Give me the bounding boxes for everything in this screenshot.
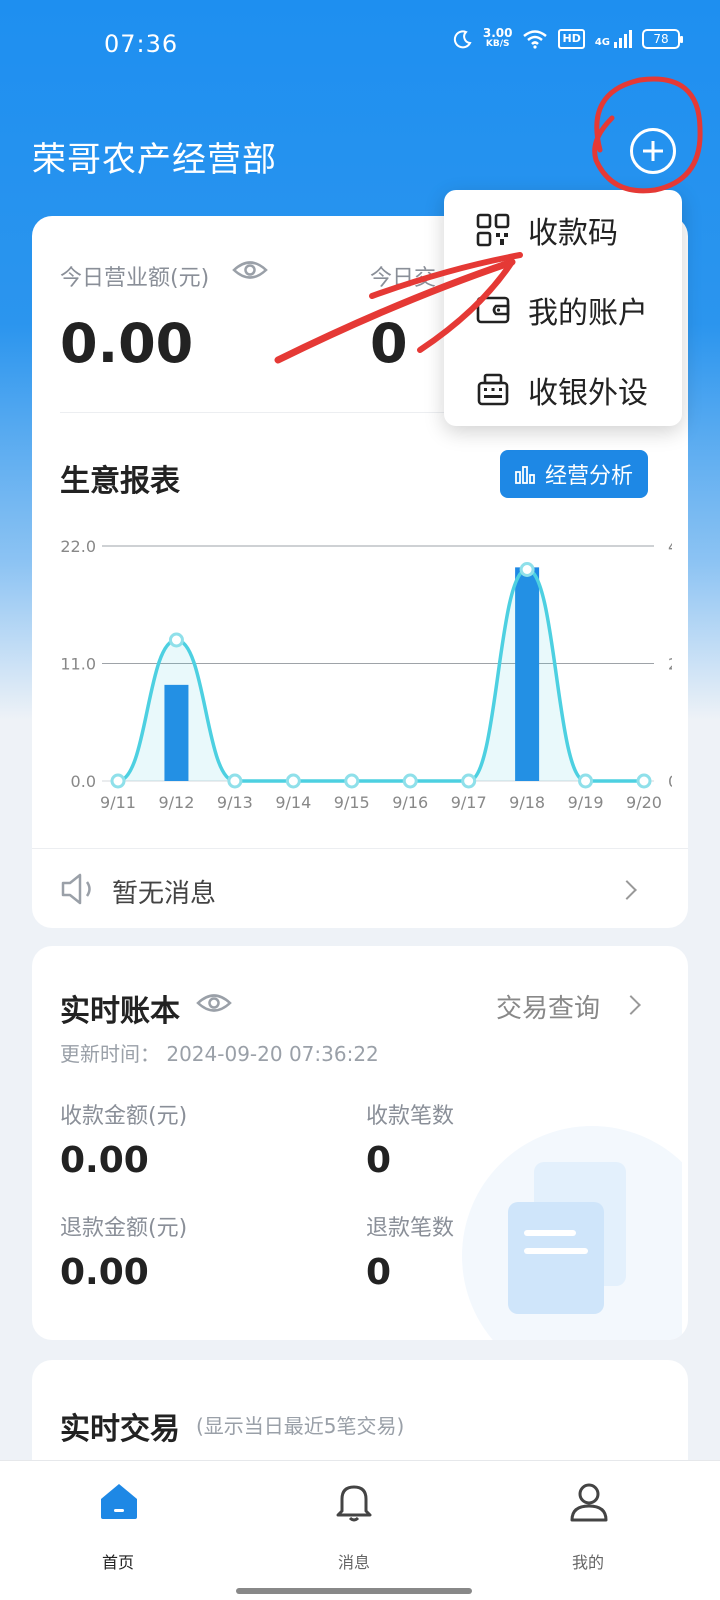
x-tick-label: 9/12 xyxy=(158,793,194,812)
update-time: 更新时间： 2024-09-20 07:36:22 xyxy=(60,1042,379,1066)
line-point xyxy=(110,773,126,789)
notice-row[interactable]: 暂无消息 xyxy=(32,848,688,928)
status-time: 07:36 xyxy=(104,30,179,58)
line-point xyxy=(227,773,243,789)
qr-code-icon xyxy=(476,213,510,247)
cash-register-icon xyxy=(477,373,509,406)
battery-icon: 78 xyxy=(642,29,683,49)
ledger-card: 实时账本 交易查询 更新时间： 2024-09-20 07:36:22 收款金额… xyxy=(32,946,688,1340)
x-tick-label: 9/18 xyxy=(509,793,545,812)
menu-item-label: 收款码 xyxy=(528,216,618,251)
collect-count-label: 收款笔数 xyxy=(366,1104,455,1129)
net-speed-unit: KB/S xyxy=(485,39,510,49)
ledger-title: 实时账本 xyxy=(60,994,180,1029)
y2-tick-label: 2 xyxy=(668,655,672,674)
revenue-value: 0.00 xyxy=(60,312,194,375)
eye-icon[interactable] xyxy=(232,259,268,281)
line-point xyxy=(578,773,594,789)
refund-count-label: 退款笔数 xyxy=(366,1216,455,1241)
x-tick-label: 9/15 xyxy=(334,793,370,812)
nav-item-home[interactable]: 首页 xyxy=(58,1475,178,1585)
status-bar: 07:36 3.00 KB/S HD 4G 78 xyxy=(0,0,720,90)
nav-label: 消息 xyxy=(337,1553,370,1572)
net-speed: 3.00 KB/S xyxy=(482,26,513,50)
nav-label: 我的 xyxy=(571,1553,604,1572)
x-tick-label: 9/16 xyxy=(392,793,428,812)
x-tick-label: 9/19 xyxy=(568,793,604,812)
y-tick-label: 0.0 xyxy=(71,772,96,791)
net-speed-value: 3.00 xyxy=(482,26,513,40)
line-point xyxy=(285,773,301,789)
wallet-icon xyxy=(476,296,510,324)
refund-amount: 0.00 xyxy=(60,1252,149,1293)
business-report-chart: 22.0 4 11.0 2 0.0 0 9/11 9/12 9/13 9/14 9/15 9/16 9/… xyxy=(60,537,672,812)
transactions-title: 实时交易 xyxy=(60,1412,180,1447)
line-point xyxy=(519,562,535,577)
y2-tick-label: 0 xyxy=(668,772,672,791)
x-tick-label: 9/17 xyxy=(451,793,487,812)
bell-icon xyxy=(336,1485,372,1522)
refund-amount-label: 退款金额(元) xyxy=(60,1216,188,1241)
wifi-icon xyxy=(523,30,548,49)
count-label: 今日交 xyxy=(370,266,437,291)
analysis-button[interactable]: 经营分析 xyxy=(500,450,648,498)
x-tick-label: 9/14 xyxy=(275,793,311,812)
chevron-right-icon[interactable] xyxy=(621,995,641,1015)
eye-icon[interactable] xyxy=(196,992,232,1014)
home-indicator xyxy=(236,1588,472,1594)
chevron-right-icon xyxy=(617,880,637,900)
transaction-query-link[interactable]: 交易查询 xyxy=(496,988,600,1025)
nav-item-messages[interactable]: 消息 xyxy=(294,1475,414,1585)
nav-label: 首页 xyxy=(101,1553,134,1572)
report-title: 生意报表 xyxy=(60,464,180,499)
collect-amount: 0.00 xyxy=(60,1140,149,1181)
y-tick-label: 11.0 xyxy=(60,655,96,674)
transactions-subtitle: (显示当日最近5笔交易) xyxy=(196,1414,405,1438)
add-dropdown-menu: 收款码 我的账户 收银外设 xyxy=(444,190,682,426)
status-icons: 3.00 KB/S HD 4G 78 xyxy=(453,26,683,50)
moon-icon xyxy=(453,30,472,49)
user-icon xyxy=(570,1483,608,1522)
hd-badge: HD xyxy=(558,29,585,49)
y2-tick-label: 4 xyxy=(668,537,672,556)
collect-amount-label: 收款金额(元) xyxy=(60,1104,188,1129)
speaker-icon xyxy=(61,873,91,905)
line-point xyxy=(402,773,418,789)
revenue-label: 今日营业额(元) xyxy=(60,266,210,291)
network-type: 4G xyxy=(594,37,610,48)
count-value: 0 xyxy=(370,312,408,375)
x-tick-label: 9/13 xyxy=(217,793,253,812)
line-point xyxy=(636,773,652,789)
menu-item-cashier-devices[interactable]: 收银外设 xyxy=(444,350,682,430)
menu-item-payment-code[interactable]: 收款码 xyxy=(444,190,682,270)
store-title: 荣哥农产经营部 xyxy=(32,140,277,180)
add-button[interactable] xyxy=(630,128,676,174)
bottom-nav: 首页 消息 我的 xyxy=(0,1460,720,1600)
signal-icon: 4G xyxy=(595,30,632,48)
refund-count: 0 xyxy=(366,1252,392,1293)
analysis-button-label: 经营分析 xyxy=(544,464,633,489)
home-icon xyxy=(101,1484,137,1519)
nav-item-profile[interactable]: 我的 xyxy=(528,1475,648,1585)
menu-item-label: 收银外设 xyxy=(528,376,648,411)
notice-text: 暂无消息 xyxy=(112,879,217,909)
menu-item-label: 我的账户 xyxy=(528,296,648,331)
receipt-illustration xyxy=(462,1126,682,1340)
menu-item-my-account[interactable]: 我的账户 xyxy=(444,270,682,350)
x-tick-label: 9/11 xyxy=(100,793,136,812)
line-point xyxy=(344,773,360,789)
collect-count: 0 xyxy=(366,1140,392,1181)
y-tick-label: 22.0 xyxy=(60,537,96,556)
x-tick-label: 9/20 xyxy=(626,793,662,812)
bar-chart-icon xyxy=(515,466,535,484)
line-point xyxy=(168,632,184,648)
line-point xyxy=(461,773,477,789)
